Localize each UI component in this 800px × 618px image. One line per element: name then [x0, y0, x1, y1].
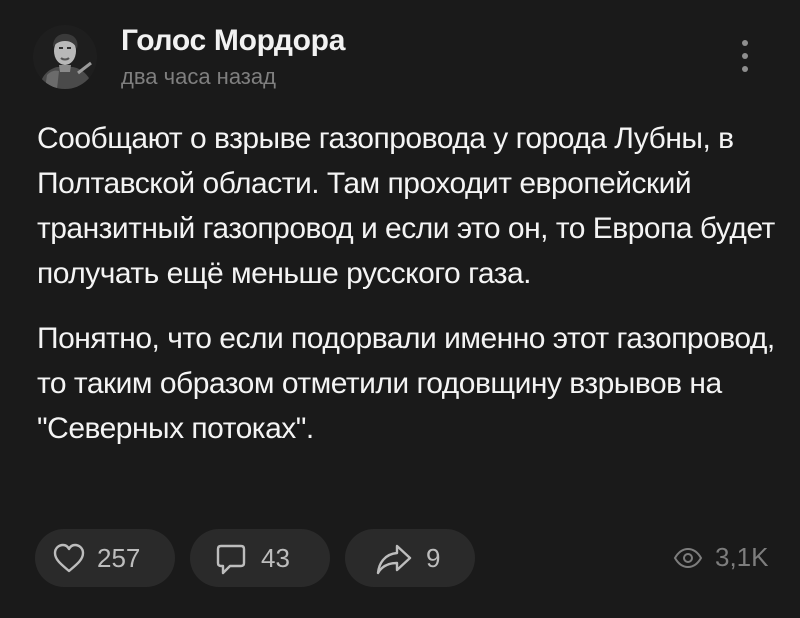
author-portrait-icon [33, 25, 97, 89]
share-count: 9 [426, 543, 441, 573]
comment-button[interactable]: 43 [190, 529, 330, 587]
like-button[interactable]: 257 [35, 529, 175, 587]
more-vertical-icon [742, 66, 748, 72]
eye-icon [673, 548, 703, 568]
post-paragraph: Понятно, что если подорвали именно этот … [37, 322, 775, 445]
post-timestamp: два часа назад [121, 64, 276, 89]
comment-count: 43 [261, 543, 290, 573]
share-button[interactable]: 9 [345, 529, 475, 587]
heart-icon [53, 543, 85, 573]
more-vertical-icon [742, 53, 748, 59]
share-arrow-icon [376, 544, 412, 575]
like-count: 257 [97, 543, 141, 573]
comment-icon [216, 544, 246, 575]
channel-avatar[interactable] [33, 25, 97, 89]
post-paragraph: Сообщают о взрыве газопровода у города Л… [37, 122, 775, 290]
more-options-button[interactable] [733, 36, 757, 76]
post-card: Голос Мордора два часа назад Сообщают о … [0, 0, 800, 618]
views-count: 3,1K [715, 542, 769, 572]
channel-name[interactable]: Голос Мордора [121, 24, 345, 58]
post-body: Сообщают о взрыве газопровода у города Л… [37, 116, 777, 471]
more-vertical-icon [742, 40, 748, 46]
